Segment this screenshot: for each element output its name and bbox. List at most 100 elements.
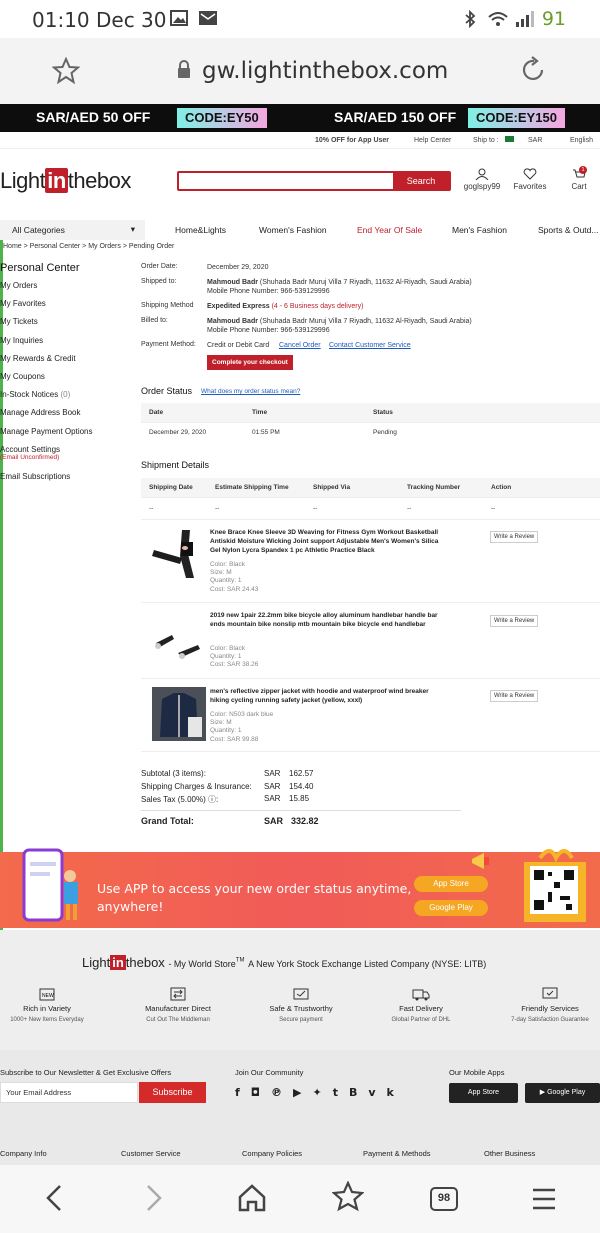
sidebar-item-label: In-Stock Notices	[0, 390, 59, 400]
search-button[interactable]: Search	[393, 173, 449, 189]
product-title[interactable]: men's reflective zipper jacket with hood…	[210, 687, 440, 705]
new-box-icon: NEW	[39, 988, 55, 1001]
sidebar-item-rewards[interactable]: My Rewards & Credit	[0, 354, 135, 372]
col-header: Action	[483, 478, 600, 497]
sidebar-item-account-settings[interactable]: Account Settings (Email Unconfirmed)	[0, 445, 135, 472]
divider	[141, 751, 600, 752]
flag-icon	[505, 136, 514, 142]
currency: SAR	[264, 769, 281, 778]
cancel-order-link[interactable]: Cancel Order	[279, 341, 321, 350]
sidebar-item-payment-options[interactable]: Manage Payment Options	[0, 427, 135, 445]
meta-line: Quantity: 1	[210, 577, 242, 585]
meta-line: Color: N503 dark blue	[210, 711, 274, 718]
feature-sub: Cut Out The Middleman	[146, 1017, 210, 1023]
facebook-icon[interactable]: f	[235, 1086, 251, 1099]
app-offer[interactable]: 10% OFF for App User	[315, 137, 389, 144]
order-item: 2019 new 1pair 22.2mm bike bicycle alloy…	[141, 602, 600, 678]
bookmarks-star-icon[interactable]	[332, 1181, 364, 1213]
tumblr-icon[interactable]: t	[333, 1086, 349, 1099]
ship-method-name: Expedited Express	[207, 303, 270, 310]
nav-item-sports[interactable]: Sports & Outd...	[538, 225, 598, 235]
footer-col-company[interactable]: Company Info	[0, 1149, 47, 1158]
site-logo[interactable]: Lightinthebox	[0, 168, 131, 194]
newsletter-email-input[interactable]: Your Email Address	[0, 1082, 138, 1103]
help-center-link[interactable]: Help Center	[414, 137, 451, 144]
sidebar-item-favorites[interactable]: My Favorites	[0, 299, 135, 317]
twitter-icon[interactable]: ✦	[313, 1086, 333, 1099]
bookmark-star-icon[interactable]	[52, 57, 80, 85]
blogger-icon[interactable]: B	[349, 1086, 368, 1099]
contact-service-link[interactable]: Contact Customer Service	[329, 341, 411, 350]
ship-days: (4 - 6 Business days delivery)	[271, 303, 364, 310]
sidebar-item-orders[interactable]: My Orders	[0, 281, 135, 299]
tabs-button[interactable]: 98	[430, 1187, 458, 1211]
menu-icon[interactable]	[531, 1187, 557, 1211]
product-image-handlebar[interactable]	[152, 617, 206, 669]
sidebar-item-email-subscriptions[interactable]: Email Subscriptions	[0, 472, 135, 490]
app-store-button[interactable]: App Store	[449, 1083, 518, 1103]
sidebar-item-instock[interactable]: In-Stock Notices (0)	[0, 390, 135, 408]
all-categories-menu[interactable]: All Categories ▾	[0, 220, 145, 240]
pinterest-icon[interactable]: ℗	[271, 1086, 293, 1099]
instagram-icon[interactable]: ◘	[251, 1086, 271, 1099]
footer-col-payment[interactable]: Payment & Methods	[363, 1149, 431, 1158]
forward-icon[interactable]	[142, 1183, 166, 1213]
home-icon[interactable]	[237, 1183, 267, 1213]
google-play-button[interactable]: ▶ Google Play	[525, 1083, 600, 1103]
product-title[interactable]: Knee Brace Knee Sleeve 3D Weaving for Fi…	[210, 528, 440, 555]
sidebar-item-coupons[interactable]: My Coupons	[0, 372, 135, 390]
youtube-icon[interactable]: ▶	[293, 1086, 312, 1099]
app-store-badge[interactable]: App Store	[414, 876, 488, 892]
write-review-button[interactable]: Write a Review	[490, 615, 539, 627]
product-title[interactable]: 2019 new 1pair 22.2mm bike bicycle alloy…	[210, 611, 440, 629]
feature-sub: Global Partner of DHL	[391, 1017, 451, 1023]
currency-select[interactable]: SAR	[528, 137, 542, 144]
qr-code-gift-icon	[524, 849, 586, 922]
cell: --	[207, 496, 305, 519]
col-header: Status	[365, 403, 600, 422]
meta-line: Cost: SAR 24.43	[210, 585, 259, 593]
back-icon[interactable]	[42, 1183, 66, 1213]
currency: SAR	[264, 794, 281, 803]
col-header: Date	[141, 403, 244, 422]
vk-icon[interactable]: vk	[368, 1086, 405, 1099]
write-review-button[interactable]: Write a Review	[490, 690, 539, 702]
bluetooth-icon	[465, 10, 476, 28]
sidebar-item-address-book[interactable]: Manage Address Book	[0, 408, 135, 426]
nav-item-end-year-sale[interactable]: End Year Of Sale	[357, 225, 422, 235]
write-review-button[interactable]: Write a Review	[490, 531, 539, 543]
tax-label: Sales Tax (5.00%) ⓘ:	[141, 795, 219, 804]
sidebar-item-inquiries[interactable]: My Inquiries	[0, 336, 135, 354]
nav-item-mens-fashion[interactable]: Men's Fashion	[452, 225, 507, 235]
clock: 01:10 Dec 30	[32, 8, 167, 32]
favorites-link[interactable]: Favorites	[510, 168, 550, 191]
favorites-label: Favorites	[513, 182, 547, 191]
battery-level: 91	[541, 8, 566, 30]
email-unconfirmed-note: (Email Unconfirmed)	[0, 453, 60, 461]
ship-to-label[interactable]: Ship to :	[473, 137, 499, 144]
footer-col-other[interactable]: Other Business	[484, 1149, 535, 1158]
product-image-jacket[interactable]	[152, 687, 206, 741]
reload-icon[interactable]	[520, 56, 548, 84]
nav-item-home-lights[interactable]: Home&Lights	[175, 225, 226, 235]
complete-checkout-button[interactable]: Complete your checkout	[207, 355, 293, 370]
nav-item-womens-fashion[interactable]: Women's Fashion	[259, 225, 327, 235]
feature-manufacturer: Manufacturer Direct Cut Out The Middleman	[127, 986, 229, 1023]
sidebar-item-tickets[interactable]: My Tickets	[0, 317, 135, 335]
shipped-to-label: Shipped to:	[141, 278, 177, 285]
footer-col-service[interactable]: Customer Service	[121, 1149, 181, 1158]
google-play-badge[interactable]: Google Play	[414, 900, 488, 916]
account-menu[interactable]: goglspy99	[460, 168, 504, 191]
language-select[interactable]: English	[570, 137, 593, 144]
url-text[interactable]: gw.lightinthebox.com	[202, 58, 448, 84]
search-box[interactable]: Search	[177, 171, 451, 191]
order-date: December 29, 2020	[207, 264, 269, 271]
subscribe-button[interactable]: Subscribe	[139, 1082, 206, 1103]
status-help-link[interactable]: What does my order status mean?	[201, 388, 300, 395]
app-promo-banner[interactable]: Use APP to access your new order status …	[0, 848, 600, 928]
subtotal-label: Subtotal (3 items):	[141, 769, 206, 778]
promo-banner[interactable]: SAR/AED 50 OFF CODE:EY50 SAR/AED 150 OFF…	[0, 104, 600, 132]
product-image-knee-brace[interactable]	[152, 528, 206, 580]
breadcrumb[interactable]: Home > Personal Center > My Orders > Pen…	[3, 243, 174, 250]
footer-col-policies[interactable]: Company Policies	[242, 1149, 302, 1158]
